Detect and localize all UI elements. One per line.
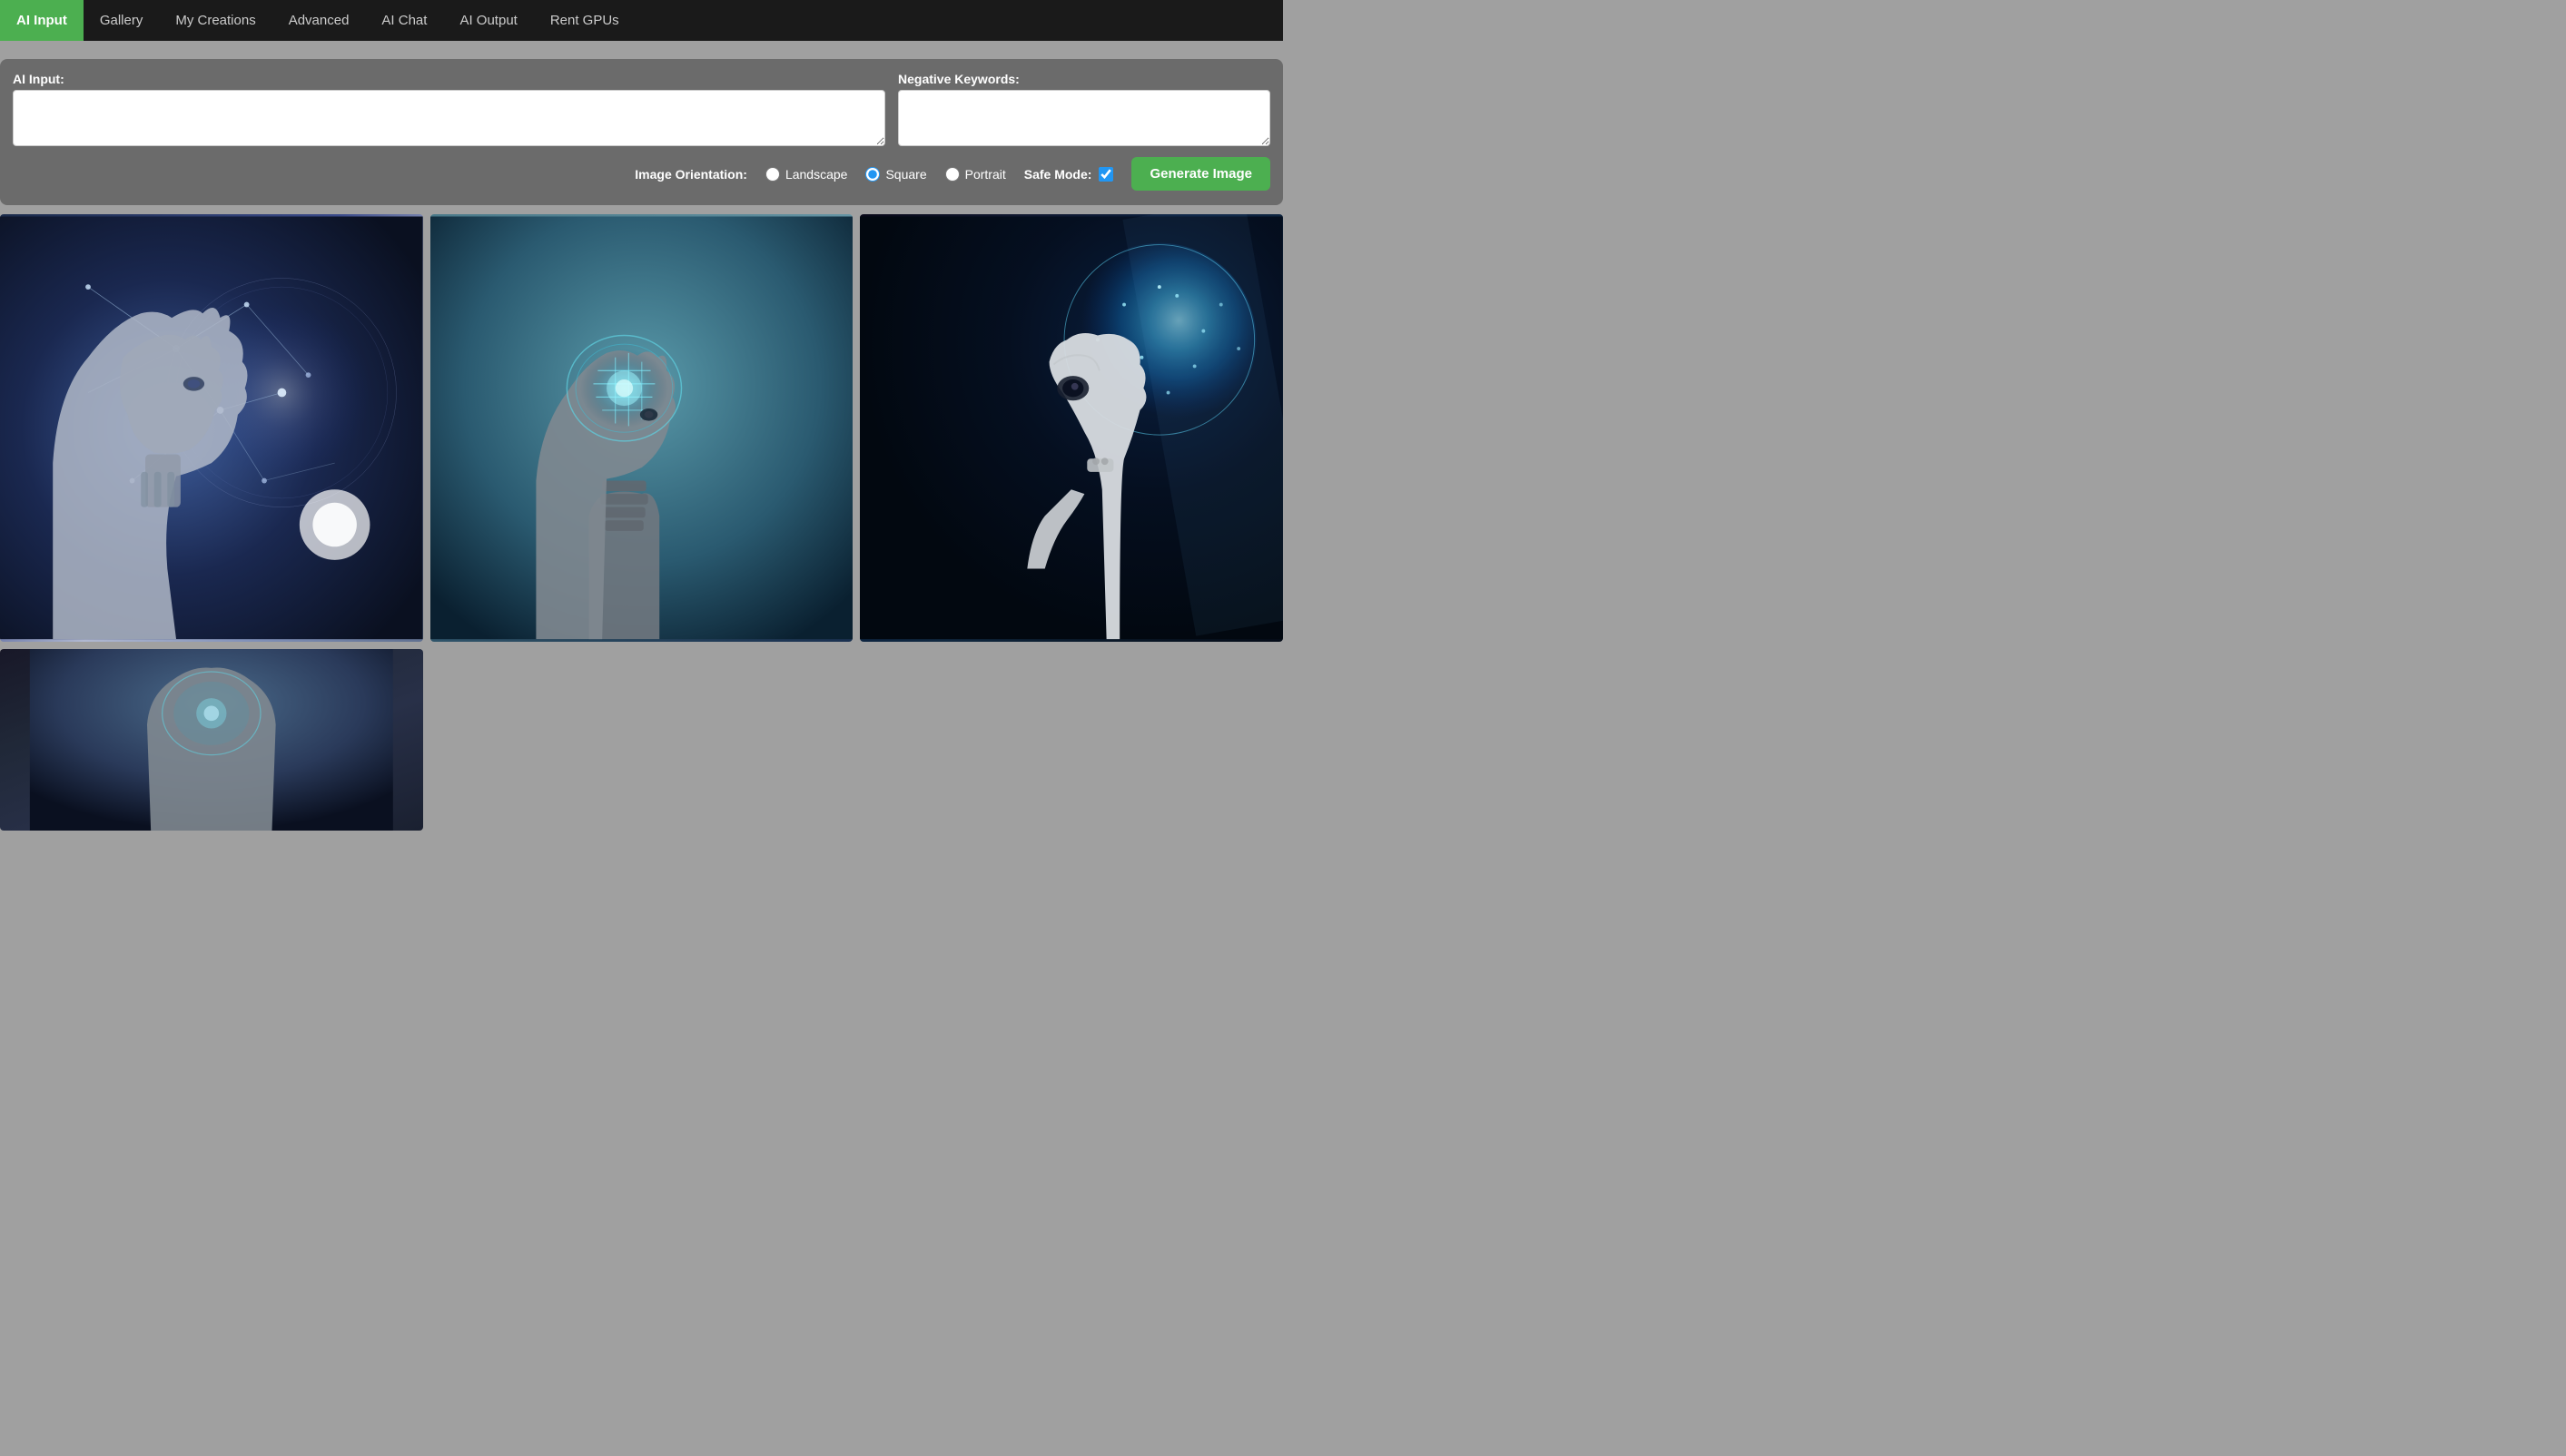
top-spacer <box>0 41 1283 50</box>
safe-mode-label: Safe Mode: <box>1024 167 1092 182</box>
ai-input-label: AI Input: <box>13 72 885 86</box>
generate-image-button[interactable]: Generate Image <box>1131 157 1270 191</box>
negative-keywords-group: Negative Keywords: <box>898 72 1270 146</box>
orientation-label: Image Orientation: <box>635 167 747 182</box>
negative-keywords-textarea[interactable] <box>898 90 1270 146</box>
orientation-landscape-radio[interactable] <box>765 167 780 182</box>
safe-mode-group: Safe Mode: <box>1024 167 1114 182</box>
nav-item-ai-output[interactable]: AI Output <box>443 0 533 41</box>
gallery-item-2[interactable] <box>430 214 854 642</box>
orientation-radio-group: Landscape Square Portrait <box>765 167 1006 182</box>
input-row: AI Input: Negative Keywords: <box>13 72 1270 146</box>
ai-input-textarea[interactable] <box>13 90 885 146</box>
gallery-item-3[interactable] <box>860 214 1283 642</box>
gallery-item-4[interactable] <box>0 649 423 831</box>
gallery-image-2 <box>430 214 854 642</box>
nav-item-gallery[interactable]: Gallery <box>84 0 160 41</box>
orientation-portrait-radio[interactable] <box>945 167 960 182</box>
nav-item-ai-chat[interactable]: AI Chat <box>365 0 443 41</box>
safe-mode-checkbox[interactable] <box>1099 167 1113 182</box>
orientation-square-radio[interactable] <box>865 167 880 182</box>
image-gallery <box>0 214 1283 840</box>
options-row: Image Orientation: Landscape Square Port… <box>13 157 1270 191</box>
orientation-square-label: Square <box>885 167 926 182</box>
control-panel: AI Input: Negative Keywords: Image Orien… <box>0 59 1283 205</box>
orientation-portrait-label: Portrait <box>965 167 1006 182</box>
gallery-image-1 <box>0 214 423 642</box>
main-navigation: AI Input Gallery My Creations Advanced A… <box>0 0 1283 41</box>
nav-item-my-creations[interactable]: My Creations <box>159 0 271 41</box>
orientation-portrait[interactable]: Portrait <box>945 167 1006 182</box>
nav-item-advanced[interactable]: Advanced <box>272 0 366 41</box>
orientation-square[interactable]: Square <box>865 167 926 182</box>
nav-item-rent-gpus[interactable]: Rent GPUs <box>534 0 636 41</box>
negative-keywords-label: Negative Keywords: <box>898 72 1270 86</box>
gallery-image-4 <box>0 649 423 831</box>
gallery-image-3 <box>860 214 1283 642</box>
gallery-item-1[interactable] <box>0 214 423 642</box>
orientation-landscape[interactable]: Landscape <box>765 167 848 182</box>
nav-item-ai-input[interactable]: AI Input <box>0 0 84 41</box>
ai-input-group: AI Input: <box>13 72 885 146</box>
orientation-landscape-label: Landscape <box>785 167 848 182</box>
